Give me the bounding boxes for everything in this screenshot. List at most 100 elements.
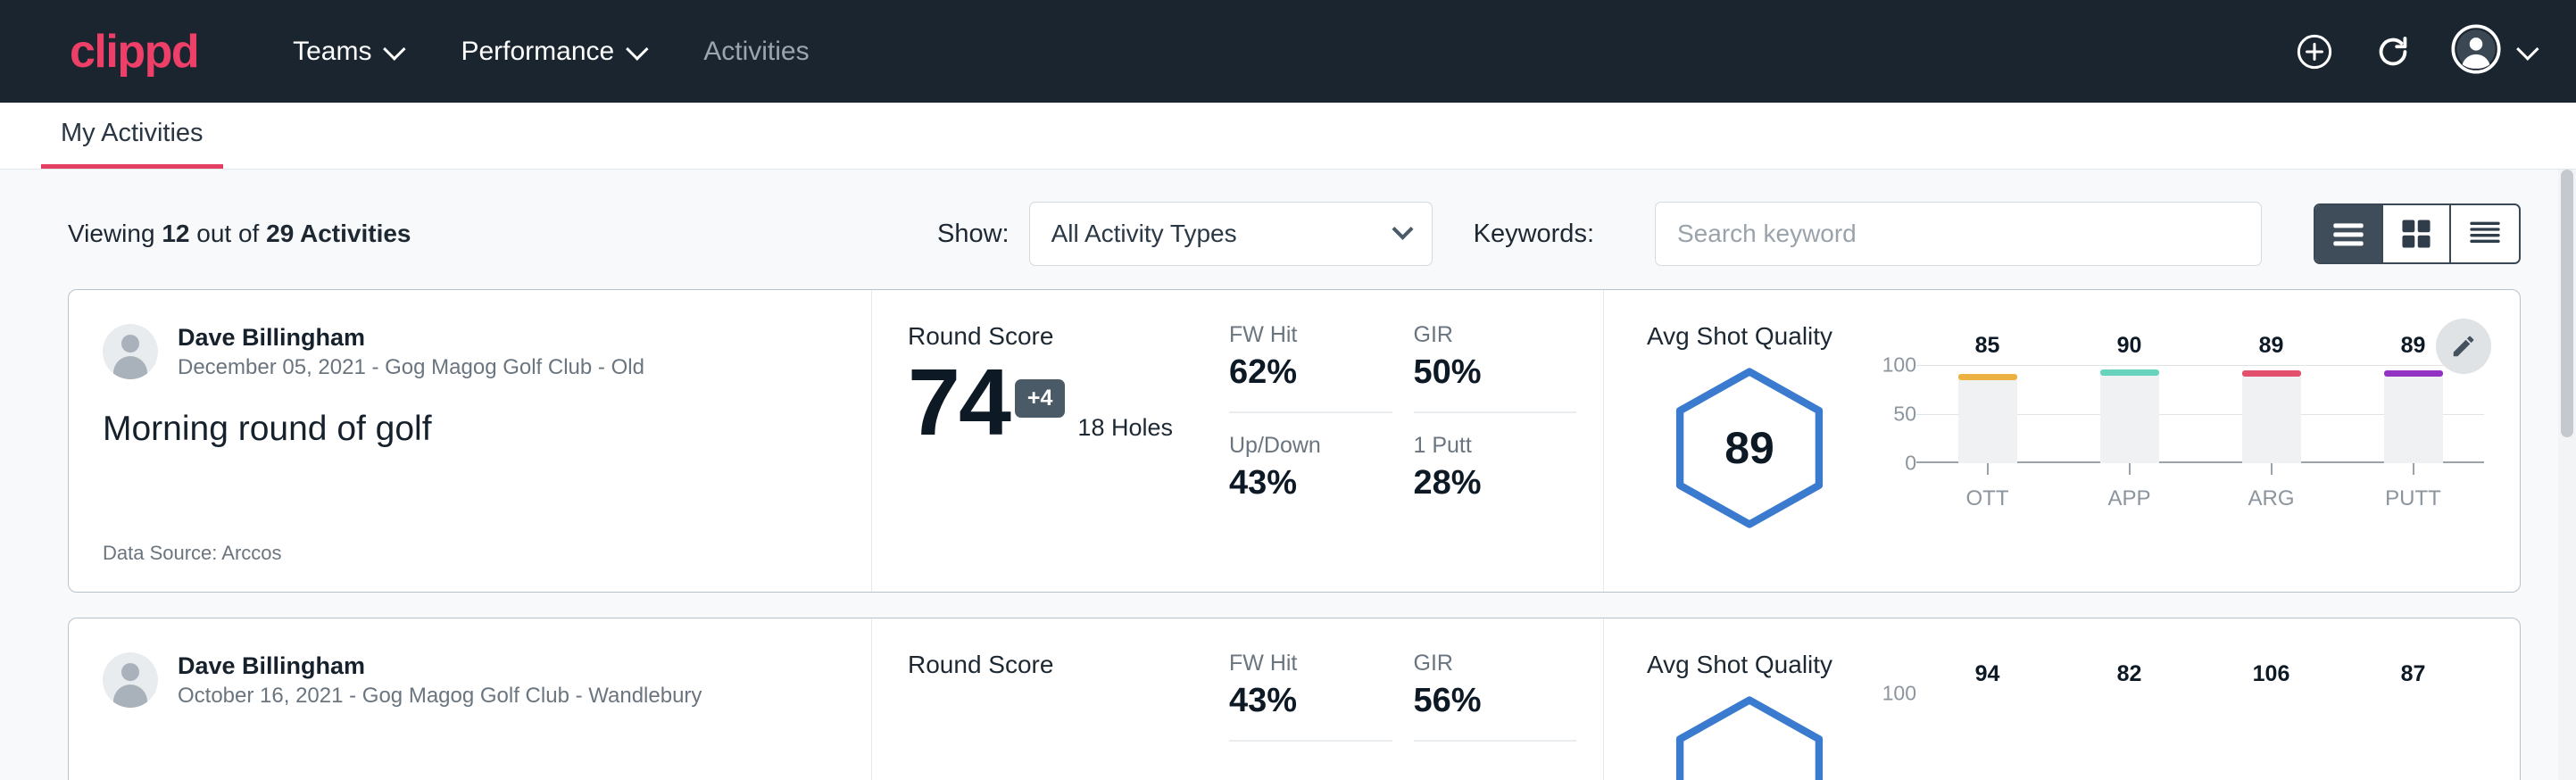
scrollbar-thumb[interactable] [2561, 170, 2573, 437]
main-content: Viewing 12 out of 29 Activities Show: Al… [0, 170, 2576, 780]
pencil-icon [2450, 333, 2477, 360]
bar-putt: 89 [2342, 374, 2484, 463]
x-tick-putt [2413, 463, 2414, 475]
chart-y-axis: 100 [1868, 693, 1916, 780]
stat-gir: GIR 50% [1414, 322, 1577, 413]
x-label-putt: PUTT [2342, 486, 2484, 511]
activity-meta: December 05, 2021 - Gog Magog Golf Club … [178, 353, 644, 381]
stat-fw-hit: FW Hit 43% [1229, 651, 1392, 742]
chart-x-labels: OTT APP ARG PUTT [1916, 486, 2484, 511]
activity-title: Morning round of golf [103, 410, 835, 449]
vertical-scrollbar[interactable] [2558, 170, 2576, 780]
chart-bars: 85 90 [1916, 374, 2484, 463]
bar-putt-value: 87 [2401, 661, 2426, 704]
search-input[interactable] [1655, 202, 2262, 266]
stat-up-down-value: 43% [1229, 464, 1373, 502]
activity-type-select[interactable]: All Activity Types [1029, 202, 1433, 266]
round-score-label: Round Score [908, 651, 1211, 679]
keywords-label: Keywords: [1474, 220, 1594, 249]
y-tick-50: 50 [1893, 402, 1916, 427]
list-view-icon [2331, 219, 2366, 249]
activity-card-summary: Dave Billingham October 16, 2021 - Gog M… [69, 618, 872, 780]
bar-putt: 87 [2342, 702, 2484, 780]
stat-fw-hit-value: 43% [1229, 682, 1373, 720]
score-to-par-badge: +4 [1015, 379, 1066, 418]
nav-item-activities[interactable]: Activities [673, 37, 839, 67]
round-score-value: 74 [908, 360, 1010, 447]
round-score-section: Round Score 74 +4 18 Holes [872, 290, 1229, 592]
round-score-section: Round Score [872, 618, 1229, 780]
bar-ott: 94 [1916, 702, 2058, 780]
shot-quality-value [1665, 692, 1834, 780]
chart-plot-area: 85 90 [1916, 365, 2484, 463]
activity-user: Dave Billingham October 16, 2021 - Gog M… [103, 651, 835, 709]
chart-bars: 94 82 106 [1916, 702, 2484, 780]
chevron-down-icon [2516, 37, 2539, 60]
nav-item-activities-label: Activities [703, 37, 809, 67]
bar-arg: 89 [2200, 374, 2342, 463]
viewing-prefix: Viewing [68, 220, 155, 247]
account-circle-icon [2451, 24, 2501, 79]
main-nav: Teams Performance Activities [262, 37, 839, 67]
activity-card[interactable]: Dave Billingham December 05, 2021 - Gog … [68, 289, 2521, 593]
x-tick-app [2129, 463, 2131, 475]
view-mode-toggle [2314, 203, 2521, 264]
activity-card[interactable]: Dave Billingham October 16, 2021 - Gog M… [68, 618, 2521, 780]
chart-plot-area: 94 82 106 [1916, 693, 2484, 780]
activity-meta: October 16, 2021 - Gog Magog Golf Club -… [178, 682, 702, 709]
brand-logo[interactable]: clippd [70, 29, 198, 75]
view-mode-compact-button[interactable] [2451, 205, 2519, 262]
chevron-down-icon [626, 37, 648, 60]
viewing-total: 29 Activities [266, 220, 411, 247]
nav-item-teams-label: Teams [293, 37, 371, 67]
avatar [103, 324, 158, 379]
bar-app: 90 [2058, 374, 2200, 463]
user-menu[interactable] [2451, 24, 2533, 79]
bar-app: 82 [2058, 702, 2200, 780]
stat-fw-hit-value: 62% [1229, 353, 1373, 392]
y-tick-100: 100 [1882, 353, 1916, 378]
shot-quality-hexagon [1647, 685, 1852, 780]
x-label-ott: OTT [1916, 486, 2058, 511]
nav-item-performance[interactable]: Performance [430, 37, 673, 67]
avatar [103, 652, 158, 708]
viewing-count-text: Viewing 12 out of 29 Activities [68, 220, 411, 248]
filter-controls: Show: All Activity Types Keywords: [937, 202, 2521, 266]
activity-user-name: Dave Billingham [178, 651, 702, 682]
refresh-icon[interactable] [2372, 31, 2414, 72]
viewing-middle: out of [196, 220, 259, 247]
bar-arg-value: 89 [2259, 333, 2284, 371]
round-stats-grid: FW Hit 62% GIR 50% Up/Down 43% 1 Putt 28… [1229, 290, 1604, 592]
tab-my-activities[interactable]: My Activities [41, 119, 223, 169]
y-tick-0: 0 [1905, 452, 1916, 476]
activity-card-list: Dave Billingham December 05, 2021 - Gog … [0, 289, 2576, 780]
edit-activity-button[interactable] [2436, 319, 2491, 374]
nav-item-teams[interactable]: Teams [262, 37, 430, 67]
chevron-down-icon [384, 37, 406, 60]
nav-item-performance-label: Performance [461, 37, 614, 67]
tab-my-activities-label: My Activities [61, 119, 204, 147]
y-tick-100: 100 [1882, 682, 1916, 706]
x-tick-ott [1987, 463, 1989, 475]
avg-shot-quality-label: Avg Shot Quality [1647, 651, 2484, 679]
view-mode-grid-button[interactable] [2383, 205, 2451, 262]
round-score-label: Round Score [908, 322, 1211, 351]
stat-gir-label: GIR [1414, 322, 1558, 348]
plus-circle-icon[interactable] [2294, 31, 2335, 72]
stat-up-down: Up/Down 43% [1229, 413, 1392, 502]
top-navigation-bar: clippd Teams Performance Activities [0, 0, 2576, 103]
stat-fw-hit: FW Hit 62% [1229, 322, 1392, 413]
avg-shot-quality-section: Avg Shot Quality 89 100 50 [1604, 290, 2520, 592]
stat-fw-hit-label: FW Hit [1229, 322, 1373, 348]
shot-quality-bar-chart: 100 94 82 [1852, 685, 2484, 780]
shot-quality-hexagon: 89 [1647, 356, 1852, 533]
filter-bar: Viewing 12 out of 29 Activities Show: Al… [0, 170, 2576, 289]
stat-gir-value: 56% [1414, 682, 1558, 720]
bar-ott: 85 [1916, 374, 2058, 463]
activity-data-source: Data Source: Arccos [103, 506, 835, 565]
avg-shot-quality-label: Avg Shot Quality [1647, 322, 2484, 351]
viewing-count: 12 [162, 220, 189, 247]
bar-ott-value: 94 [1975, 661, 2000, 702]
view-mode-list-button[interactable] [2315, 205, 2383, 262]
activity-type-select-value: All Activity Types [1051, 220, 1237, 248]
